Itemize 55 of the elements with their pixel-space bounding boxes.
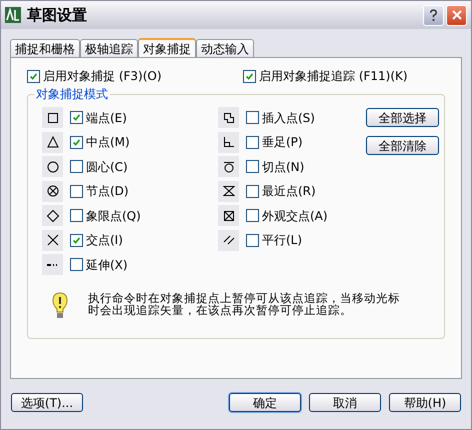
tab[interactable]: 动态输入 — [196, 39, 254, 57]
dialog-button[interactable]: 帮助(H) — [389, 393, 461, 412]
checkbox[interactable] — [246, 234, 259, 246]
checkbox[interactable] — [243, 70, 256, 82]
checkbox[interactable] — [70, 136, 83, 148]
checkbox-label: 外观交点(A) — [262, 208, 328, 224]
window-title: 草图设置 — [27, 4, 87, 26]
checkbox[interactable] — [70, 111, 83, 124]
checkbox-label: 圆心(C) — [86, 158, 128, 176]
checkbox[interactable] — [70, 209, 83, 222]
checkbox-label: 端点(E) — [86, 110, 127, 126]
checkbox-label: 垂足(P) — [262, 134, 303, 151]
checkbox[interactable] — [246, 111, 259, 124]
insert-symbol-icon — [218, 107, 239, 128]
checkbox[interactable] — [246, 184, 259, 198]
cross-icon — [42, 230, 63, 250]
checkbox-label: 启用对象捕捉 (F3)(O) — [43, 68, 162, 85]
checkbox[interactable] — [246, 160, 259, 173]
checkbox-label: 最近点(R) — [262, 183, 316, 200]
checkbox-label: 象限点(Q) — [86, 208, 141, 224]
tab[interactable]: 对象捕捉 — [138, 38, 196, 58]
tangent-icon — [218, 156, 239, 177]
checkbox[interactable] — [27, 70, 40, 82]
app-icon — [5, 7, 21, 23]
checkbox-label: 插入点(S) — [262, 110, 315, 126]
checkbox[interactable] — [70, 258, 83, 271]
perpendicular-icon — [218, 132, 239, 152]
parallel-lines-icon — [218, 230, 239, 250]
crossed-square-icon — [218, 205, 239, 226]
dialog-button[interactable]: 取消 — [309, 393, 381, 412]
dialog-button[interactable]: 确定 — [229, 393, 301, 412]
checkbox[interactable] — [70, 234, 83, 246]
tab[interactable]: 捕捉和栅格 — [10, 39, 80, 57]
checkbox-label: 切点(N) — [262, 158, 304, 176]
square-icon — [42, 107, 63, 128]
lightbulb-icon — [52, 292, 68, 320]
checkbox[interactable] — [246, 209, 259, 222]
tip-text: 执行命令时在对象捕捉点上暂停可从该点追踪，当移动光标时会出现追踪矢量，在该点再次暂停可停止追踪。 — [88, 292, 401, 316]
checkbox-label: 启用对象捕捉追踪 (F11)(K) — [259, 68, 408, 85]
hourglass-icon — [218, 180, 239, 202]
checkbox-label: 交点(I) — [86, 232, 123, 249]
checkbox[interactable] — [246, 136, 259, 148]
select-button[interactable]: 全部清除 — [366, 136, 439, 155]
close-icon[interactable] — [446, 4, 467, 26]
checkbox[interactable] — [70, 184, 83, 198]
checkbox-label: 节点(D) — [86, 183, 129, 200]
tab[interactable]: 极轴追踪 — [80, 39, 138, 57]
options-button[interactable]: 选项(T)... — [11, 393, 83, 412]
checkbox-label: 延伸(X) — [86, 256, 128, 274]
select-button[interactable]: 全部选择 — [366, 108, 439, 127]
checkbox-label: 平行(L) — [262, 232, 302, 249]
checkbox[interactable] — [70, 160, 83, 173]
group-title: 对象捕捉模式 — [34, 86, 110, 102]
help-icon[interactable] — [423, 4, 444, 26]
checkbox-label: 中点(M) — [86, 134, 130, 151]
